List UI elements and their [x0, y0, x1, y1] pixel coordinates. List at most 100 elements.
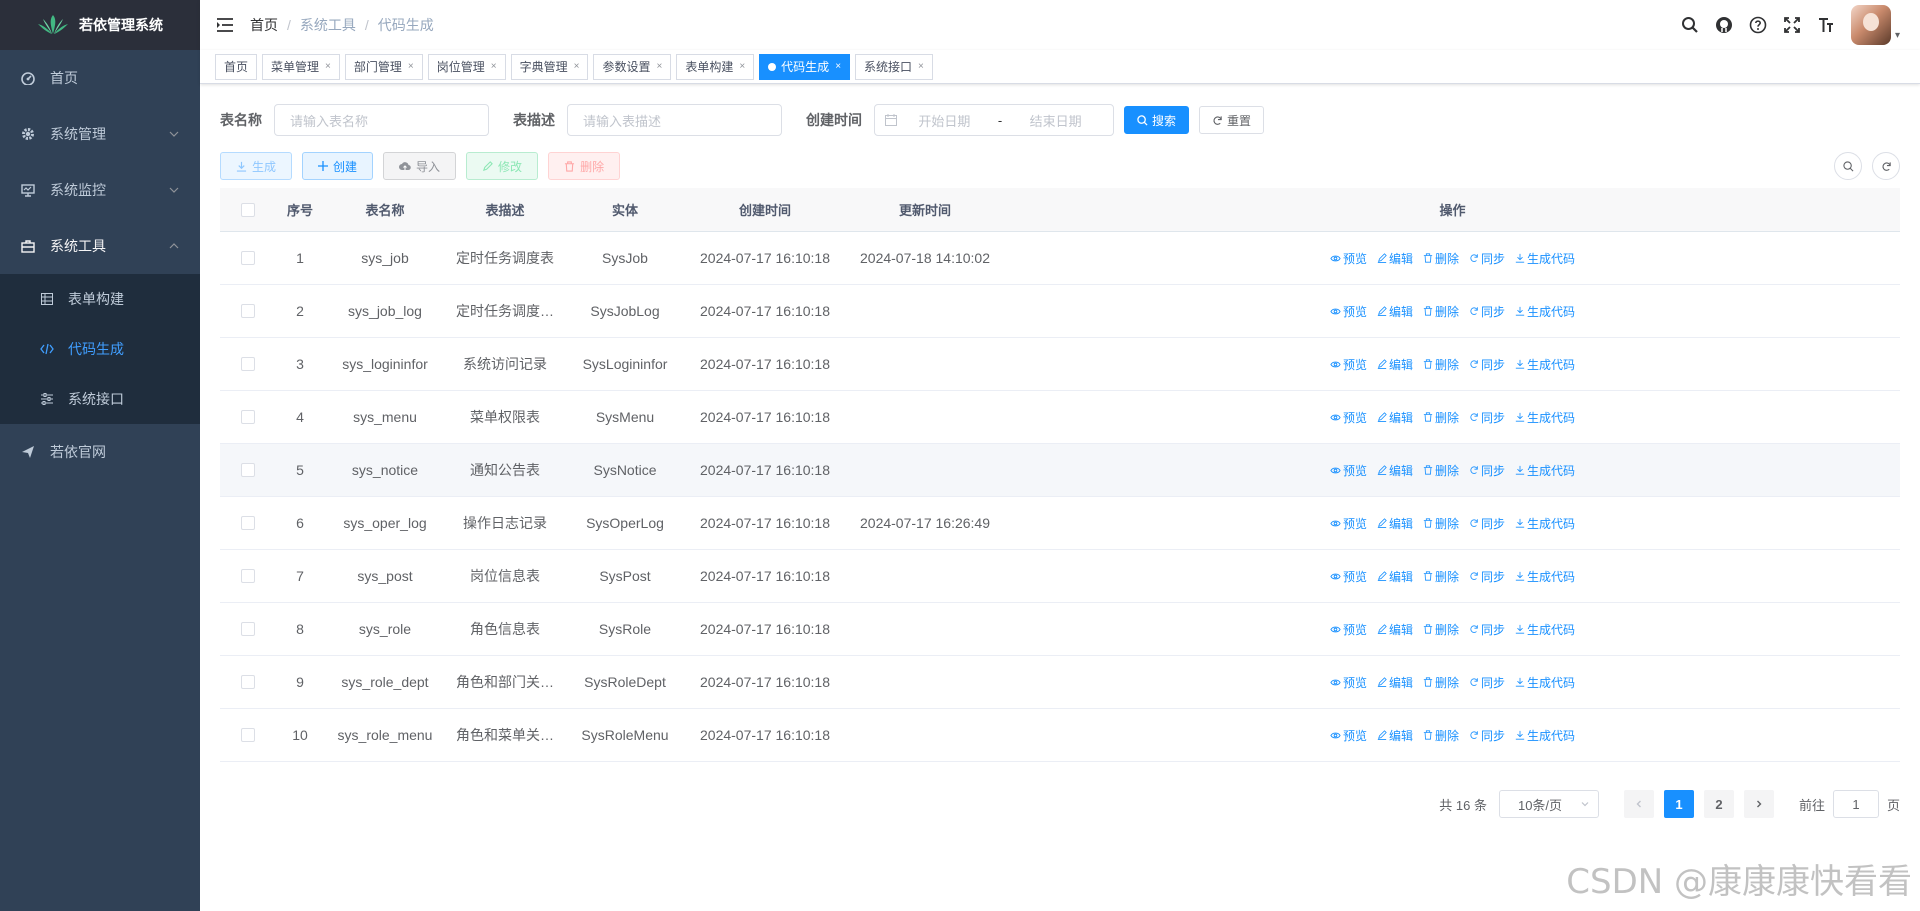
preview-link[interactable]: 预览 — [1330, 674, 1367, 691]
delete-link[interactable]: 删除 — [1423, 409, 1459, 426]
sidebar-item-form-build[interactable]: 表单构建 — [0, 274, 200, 324]
logo[interactable]: 若依管理系统 — [0, 0, 200, 50]
tag-dict[interactable]: 字典管理 × — [510, 53, 589, 80]
page-button[interactable]: 1 — [1663, 790, 1694, 818]
tag-menu[interactable]: 菜单管理 × — [262, 53, 340, 80]
gen-link[interactable]: 生成代码 — [1515, 356, 1575, 373]
sidebar-item-system[interactable]: 系统管理 — [0, 106, 200, 162]
preview-link[interactable]: 预览 — [1330, 356, 1367, 373]
tag-code-gen[interactable]: 代码生成 × — [759, 53, 851, 80]
preview-link[interactable]: 预览 — [1330, 568, 1367, 585]
help-button[interactable] — [1741, 0, 1775, 50]
tag-config[interactable]: 参数设置 × — [593, 53, 672, 80]
row-checkbox[interactable] — [220, 357, 275, 371]
sync-link[interactable]: 同步 — [1469, 674, 1505, 691]
checkbox[interactable] — [240, 410, 255, 424]
sync-link[interactable]: 同步 — [1469, 356, 1505, 373]
sync-link[interactable]: 同步 — [1469, 409, 1505, 426]
checkbox[interactable] — [240, 569, 255, 583]
delete-link[interactable]: 删除 — [1423, 727, 1459, 744]
page-button[interactable]: 2 — [1703, 790, 1734, 818]
delete-link[interactable]: 删除 — [1423, 674, 1459, 691]
sync-link[interactable]: 同步 — [1469, 303, 1505, 320]
search-button[interactable] — [1673, 0, 1707, 50]
preview-link[interactable]: 预览 — [1330, 303, 1367, 320]
checkbox[interactable] — [240, 202, 255, 217]
row-checkbox[interactable] — [220, 251, 275, 265]
user-menu[interactable]: ▾ — [1850, 5, 1900, 45]
close-icon[interactable]: × — [325, 55, 331, 79]
checkbox[interactable] — [240, 463, 255, 477]
delete-link[interactable]: 删除 — [1423, 303, 1459, 320]
table-row[interactable]: 10 sys_role_menu 角色和菜单关… SysRoleMenu 2024-07… — [220, 709, 1900, 762]
search-button[interactable]: 搜索 — [1124, 106, 1190, 134]
table-row[interactable]: 1 sys_job 定时任务调度表 SysJob 2024-07-17 16:10:18… — [220, 232, 1900, 285]
delete-link[interactable]: 删除 — [1423, 462, 1459, 479]
preview-link[interactable]: 预览 — [1330, 409, 1367, 426]
gen-link[interactable]: 生成代码 — [1515, 409, 1575, 426]
table-name-input[interactable]: 请输入表名称 — [274, 104, 489, 136]
row-checkbox[interactable] — [220, 728, 275, 742]
edit-button[interactable]: 修改 — [466, 152, 539, 180]
table-row[interactable]: 7 sys_post 岗位信息表 SysPost 2024-07-17 16:10:18… — [220, 550, 1900, 603]
preview-link[interactable]: 预览 — [1330, 462, 1367, 479]
edit-link[interactable]: 编辑 — [1377, 621, 1413, 638]
row-checkbox[interactable] — [220, 516, 275, 530]
edit-link[interactable]: 编辑 — [1377, 462, 1413, 479]
sync-link[interactable]: 同步 — [1469, 250, 1505, 267]
delete-link[interactable]: 删除 — [1423, 250, 1459, 267]
sync-link[interactable]: 同步 — [1469, 515, 1505, 532]
generate-button[interactable]: 生成 — [220, 152, 293, 180]
delete-link[interactable]: 删除 — [1423, 568, 1459, 585]
edit-link[interactable]: 编辑 — [1377, 674, 1413, 691]
preview-link[interactable]: 预览 — [1330, 515, 1367, 532]
refresh-button[interactable] — [1872, 152, 1900, 180]
checkbox[interactable] — [240, 304, 255, 318]
font-size-button[interactable] — [1809, 0, 1843, 50]
close-icon[interactable]: × — [656, 55, 662, 79]
date-range-picker[interactable]: 开始日期 - 结束日期 — [874, 104, 1114, 136]
checkbox[interactable] — [240, 675, 255, 689]
sidebar-item-home[interactable]: 首页 — [0, 50, 200, 106]
reset-button[interactable]: 重置 — [1199, 106, 1265, 134]
table-row[interactable]: 8 sys_role 角色信息表 SysRole 2024-07-17 16:10:18… — [220, 603, 1900, 656]
gen-link[interactable]: 生成代码 — [1515, 621, 1575, 638]
table-row[interactable]: 6 sys_oper_log 操作日志记录 SysOperLog 2024-07-17 … — [220, 497, 1900, 550]
table-row[interactable]: 5 sys_notice 通知公告表 SysNotice 2024-07-17 16:1… — [220, 444, 1900, 497]
row-checkbox[interactable] — [220, 410, 275, 424]
edit-link[interactable]: 编辑 — [1377, 303, 1413, 320]
edit-link[interactable]: 编辑 — [1377, 727, 1413, 744]
sync-link[interactable]: 同步 — [1469, 727, 1505, 744]
tag-api[interactable]: 系统接口 × — [855, 53, 933, 80]
delete-button[interactable]: 删除 — [548, 152, 621, 180]
gen-link[interactable]: 生成代码 — [1515, 250, 1575, 267]
checkbox[interactable] — [240, 251, 255, 265]
table-desc-input[interactable]: 请输入表描述 — [567, 104, 782, 136]
close-icon[interactable]: × — [835, 55, 841, 79]
close-icon[interactable]: × — [574, 55, 580, 79]
checkbox[interactable] — [240, 728, 255, 742]
sync-link[interactable]: 同步 — [1469, 621, 1505, 638]
delete-link[interactable]: 删除 — [1423, 515, 1459, 532]
close-icon[interactable]: × — [739, 55, 745, 79]
preview-link[interactable]: 预览 — [1330, 621, 1367, 638]
table-row[interactable]: 3 sys_logininfor 系统访问记录 SysLogininfor 2024-0… — [220, 338, 1900, 391]
fullscreen-button[interactable] — [1775, 0, 1809, 50]
gen-link[interactable]: 生成代码 — [1515, 462, 1575, 479]
checkbox[interactable] — [240, 357, 255, 371]
sidebar-item-monitor[interactable]: 系统监控 — [0, 162, 200, 218]
edit-link[interactable]: 编辑 — [1377, 515, 1413, 532]
preview-link[interactable]: 预览 — [1330, 727, 1367, 744]
gen-link[interactable]: 生成代码 — [1515, 515, 1575, 532]
edit-link[interactable]: 编辑 — [1377, 568, 1413, 585]
row-checkbox[interactable] — [220, 675, 275, 689]
table-row[interactable]: 9 sys_role_dept 角色和部门关… SysRoleDept 2024-07-… — [220, 656, 1900, 709]
toggle-search-button[interactable] — [1834, 152, 1862, 180]
close-icon[interactable]: × — [918, 55, 924, 79]
delete-link[interactable]: 删除 — [1423, 356, 1459, 373]
row-checkbox[interactable] — [220, 622, 275, 636]
sync-link[interactable]: 同步 — [1469, 462, 1505, 479]
edit-link[interactable]: 编辑 — [1377, 250, 1413, 267]
checkbox[interactable] — [240, 516, 255, 530]
sidebar-item-website[interactable]: 若依官网 — [0, 424, 200, 480]
